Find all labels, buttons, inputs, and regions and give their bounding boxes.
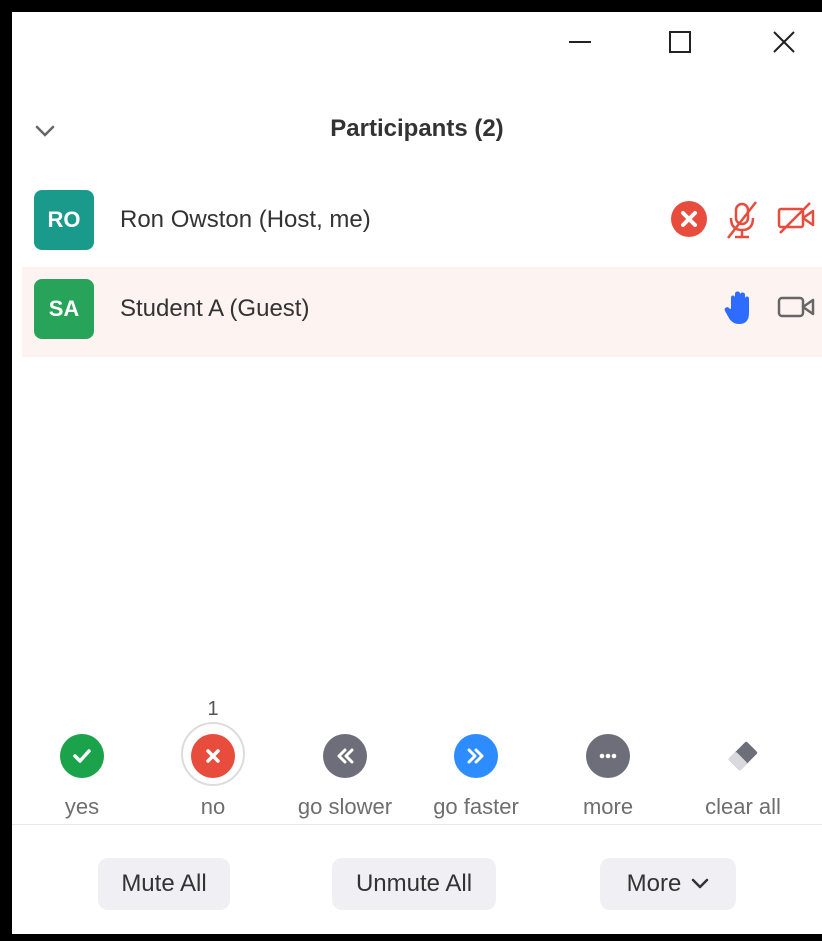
reaction-more[interactable]: more — [543, 702, 673, 832]
maximize-icon — [669, 31, 691, 53]
panel-header: Participants (2) — [12, 107, 822, 151]
more-button[interactable]: More — [600, 858, 736, 910]
reaction-no[interactable]: 1 no — [148, 698, 278, 832]
mic-muted-icon[interactable] — [724, 200, 760, 240]
minimize-button[interactable] — [552, 22, 608, 62]
mute-all-button[interactable]: Mute All — [98, 858, 230, 910]
raised-hand-icon[interactable] — [722, 289, 756, 327]
chevron-down-icon — [692, 878, 709, 889]
reaction-label: no — [200, 794, 226, 819]
video-off-icon[interactable] — [776, 200, 816, 236]
maximize-button[interactable] — [652, 22, 708, 62]
participant-row-ron[interactable]: RO Ron Owston (Host, me) — [22, 178, 822, 268]
reaction-label: clear all — [705, 794, 781, 819]
participant-name: Student A (Guest) — [120, 295, 310, 322]
reaction-label: go faster — [433, 794, 519, 819]
rewind-icon — [323, 734, 367, 778]
reaction-clear-all[interactable]: clear all — [678, 702, 808, 832]
avatar: SA — [34, 279, 94, 339]
reaction-count: 1 — [207, 698, 219, 720]
minimize-icon — [569, 41, 591, 43]
divider — [12, 824, 822, 825]
more-button-label: More — [626, 870, 682, 897]
x-icon — [191, 734, 235, 778]
reaction-label: go slower — [297, 794, 393, 819]
title-bar — [12, 12, 822, 72]
participants-window: Participants (2) RO Ron Owston (Host, me… — [12, 12, 822, 934]
nonverbal-feedback-bar: yes 1 no go slower go faster more clear … — [12, 698, 822, 832]
fast-forward-icon — [454, 734, 498, 778]
unmute-all-button[interactable]: Unmute All — [332, 858, 496, 910]
avatar: RO — [34, 190, 94, 250]
participant-name: Ron Owston (Host, me) — [120, 206, 371, 233]
check-icon — [60, 734, 104, 778]
close-icon — [773, 31, 795, 53]
eraser-icon — [721, 734, 765, 778]
reaction-go-faster[interactable]: go faster — [411, 702, 541, 832]
participant-row-student[interactable]: SA Student A (Guest) — [22, 267, 822, 357]
reaction-label: more — [582, 794, 634, 819]
remove-x-icon[interactable] — [670, 200, 708, 238]
reaction-yes[interactable]: yes — [17, 702, 147, 832]
reaction-label: yes — [64, 794, 100, 819]
video-camera-icon[interactable] — [776, 289, 816, 325]
reaction-go-slower[interactable]: go slower — [280, 702, 410, 832]
page-title: Participants (2) — [330, 115, 504, 142]
ellipsis-icon — [586, 734, 630, 778]
close-window-button[interactable] — [756, 22, 812, 62]
